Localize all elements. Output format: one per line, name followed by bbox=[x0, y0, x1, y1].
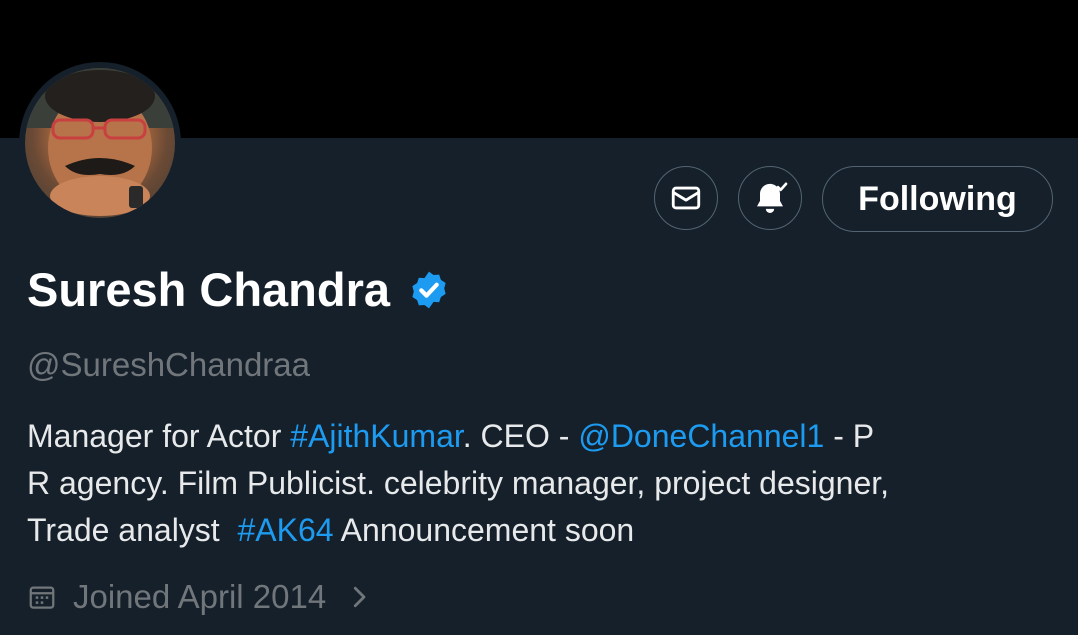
profile-bio: Manager for Actor #AjithKumar. CEO - @Do… bbox=[27, 413, 1027, 554]
calendar-icon bbox=[29, 586, 55, 609]
bio-text: Trade analyst bbox=[27, 512, 238, 548]
profile-handle: @SureshChandraa bbox=[27, 346, 310, 383]
notifications-button[interactable] bbox=[738, 166, 802, 230]
bio-text: - P bbox=[824, 418, 875, 454]
chevron-right-icon[interactable] bbox=[346, 582, 372, 612]
mention-link[interactable]: @DoneChannel1 bbox=[578, 418, 824, 454]
avatar-photo bbox=[25, 68, 175, 218]
profile-name-row: Suresh Chandra bbox=[27, 262, 450, 317]
mail-icon bbox=[671, 186, 701, 210]
bio-text: Announcement soon bbox=[333, 512, 635, 548]
bio-line: Manager for Actor #AjithKumar. CEO - @Do… bbox=[27, 413, 1027, 460]
profile-name: Suresh Chandra bbox=[27, 263, 391, 316]
joined-date: Joined April 2014 bbox=[73, 578, 327, 615]
hashtag-link[interactable]: #AjithKumar bbox=[290, 418, 463, 454]
hashtag-link[interactable]: #AK64 bbox=[237, 512, 333, 548]
message-button[interactable] bbox=[654, 166, 718, 230]
bio-text: Manager for Actor bbox=[27, 418, 291, 454]
following-button[interactable]: Following bbox=[822, 166, 1053, 232]
avatar[interactable] bbox=[19, 62, 181, 224]
joined-date-row[interactable]: Joined April 2014 bbox=[27, 578, 372, 616]
verified-badge-icon[interactable] bbox=[408, 269, 450, 311]
bio-line: R agency. Film Publicist. celebrity mana… bbox=[27, 465, 890, 501]
bell-check-icon bbox=[757, 182, 788, 213]
bio-line: Trade analyst #AK64 Announcement soon bbox=[27, 507, 1027, 554]
bio-text: . CEO - bbox=[462, 418, 579, 454]
